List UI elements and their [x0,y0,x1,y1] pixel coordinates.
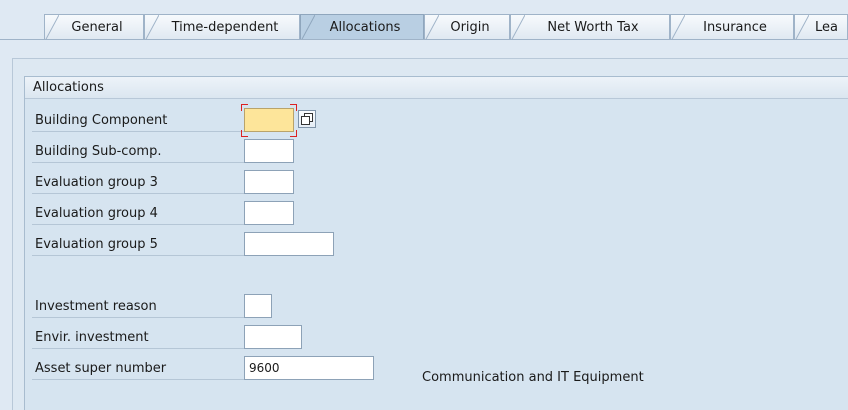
tab-label: Insurance [703,20,767,35]
focus-marker [290,130,297,137]
tab-slant-icon [425,15,439,40]
building-sub-comp-label: Building Sub-comp. [32,141,254,163]
value-help-icon [301,113,313,125]
tab-label: Origin [450,20,490,35]
building-component-label: Building Component [32,110,254,132]
tab-origin[interactable]: Origin [424,14,510,40]
evaluation-group-3-label: Evaluation group 3 [32,172,254,194]
investment-reason-label: Investment reason [32,296,254,318]
evaluation-group-5-label: Evaluation group 5 [32,234,254,256]
building-sub-comp-input[interactable] [244,139,294,163]
tab-label: General [71,20,123,35]
tab-allocations[interactable]: Allocations [300,14,424,40]
tab-lea[interactable]: Lea [794,14,848,40]
building-component-input[interactable] [244,108,294,132]
tab-general[interactable]: General [44,14,144,40]
asset-super-number-description: Communication and IT Equipment [422,370,644,385]
focus-marker [290,104,297,111]
tab-strip-baseline [0,39,848,40]
tab-insurance[interactable]: Insurance [670,14,794,40]
tab-label: Allocations [329,20,401,35]
tab-slant-icon [511,15,525,40]
tab-slant-icon [671,15,685,40]
investment-reason-input[interactable] [244,294,272,318]
tab-label: Time-dependent [171,20,279,35]
focus-marker [241,104,248,111]
tab-label: Net Worth Tax [547,20,639,35]
value-help-button[interactable] [298,110,316,128]
asset-super-number-label: Asset super number [32,358,254,380]
evaluation-group-4-label: Evaluation group 4 [32,203,254,225]
group-title: Allocations [25,77,848,99]
tab-slant-icon [45,15,59,40]
tab-slant-icon [301,15,315,40]
tab-strip: General Time-dependent Allocations Origi… [0,0,848,40]
asset-super-number-input[interactable]: 9600 [244,356,374,380]
focus-marker [241,130,248,137]
evaluation-group-5-input[interactable] [244,232,334,256]
evaluation-group-4-input[interactable] [244,201,294,225]
tab-slant-icon [145,15,159,40]
tab-slant-icon [795,15,809,40]
evaluation-group-3-input[interactable] [244,170,294,194]
tab-net-worth-tax[interactable]: Net Worth Tax [510,14,670,40]
envir-investment-input[interactable] [244,325,302,349]
envir-investment-label: Envir. investment [32,327,254,349]
tab-time-dependent[interactable]: Time-dependent [144,14,300,40]
